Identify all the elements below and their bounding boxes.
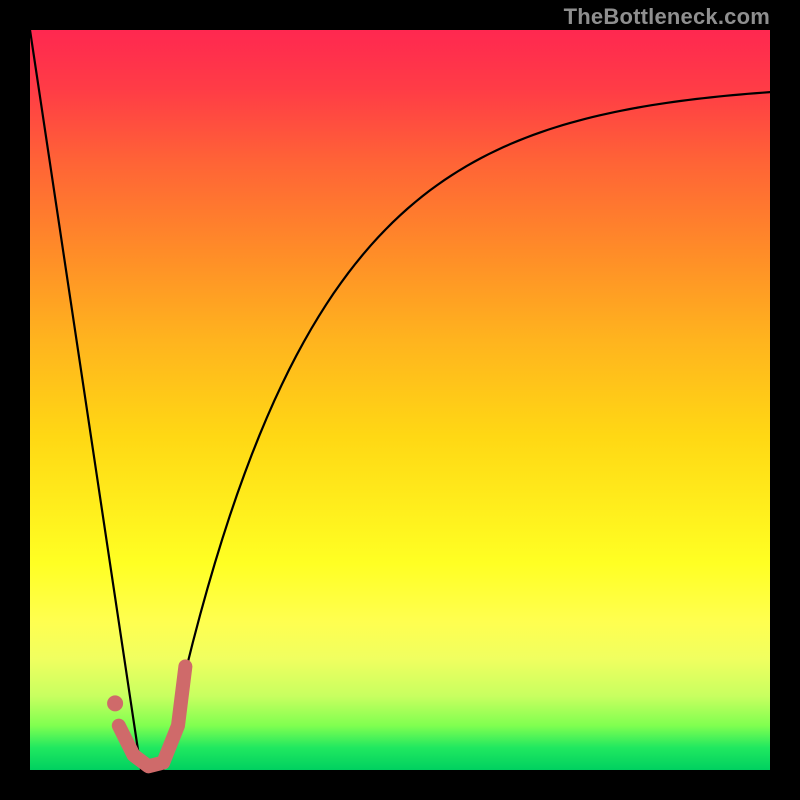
- chart-frame: TheBottleneck.com: [0, 0, 800, 800]
- chart-canvas: [30, 30, 770, 770]
- watermark-text: TheBottleneck.com: [564, 4, 770, 30]
- marker-point: [107, 695, 123, 711]
- bottleneck-curve: [30, 30, 770, 770]
- plot-area: [30, 30, 770, 770]
